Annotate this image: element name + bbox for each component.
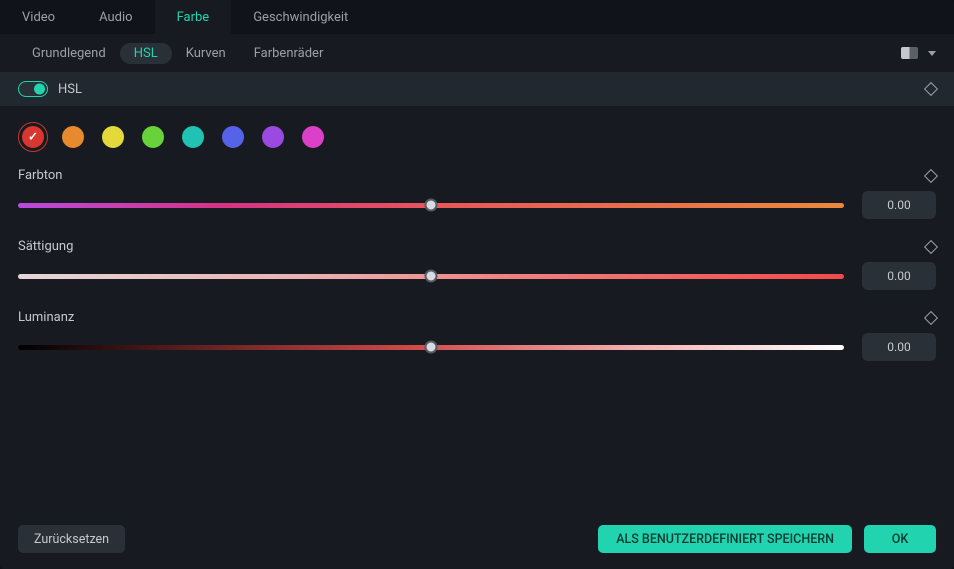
swatch-blue[interactable] bbox=[222, 126, 244, 148]
save-preset-button[interactable]: ALS BENUTZERDEFINIERT SPEICHERN bbox=[598, 525, 852, 553]
luminance-slider-thumb[interactable] bbox=[425, 341, 438, 354]
swatch-red[interactable] bbox=[22, 126, 44, 148]
luminance-value[interactable]: 0.00 bbox=[862, 333, 936, 361]
subtab-wheels[interactable]: Farbenräder bbox=[240, 42, 338, 65]
compare-split-icon[interactable] bbox=[901, 47, 918, 59]
ok-button[interactable]: OK bbox=[864, 525, 936, 553]
hue-keyframe-icon[interactable] bbox=[924, 168, 938, 182]
tab-video[interactable]: Video bbox=[0, 0, 77, 34]
luminance-group: Luminanz 0.00 bbox=[18, 310, 936, 361]
tab-color[interactable]: Farbe bbox=[155, 0, 232, 34]
saturation-keyframe-icon[interactable] bbox=[924, 239, 938, 253]
footer: Zurücksetzen ALS BENUTZERDEFINIERT SPEIC… bbox=[0, 513, 954, 569]
color-swatches-row bbox=[18, 126, 936, 148]
top-tabs: Video Audio Farbe Geschwindigkeit bbox=[0, 0, 954, 34]
swatch-green[interactable] bbox=[142, 126, 164, 148]
hsl-body: Farbton 0.00 Sättigung 0.00 bbox=[0, 106, 954, 513]
hsl-enable-toggle[interactable] bbox=[18, 81, 48, 97]
chevron-down-icon[interactable] bbox=[928, 51, 936, 56]
sub-tabs: Grundlegend HSL Kurven Farbenräder bbox=[0, 34, 954, 72]
luminance-keyframe-icon[interactable] bbox=[924, 310, 938, 324]
hue-group: Farbton 0.00 bbox=[18, 168, 936, 219]
hsl-section-header: HSL bbox=[0, 72, 954, 106]
saturation-slider-thumb[interactable] bbox=[425, 270, 438, 283]
subtab-hsl[interactable]: HSL bbox=[120, 43, 172, 64]
swatch-yellow[interactable] bbox=[102, 126, 124, 148]
saturation-label: Sättigung bbox=[18, 239, 73, 254]
luminance-label: Luminanz bbox=[18, 310, 74, 325]
subtab-curves[interactable]: Kurven bbox=[172, 42, 240, 65]
swatch-orange[interactable] bbox=[62, 126, 84, 148]
hue-value[interactable]: 0.00 bbox=[862, 191, 936, 219]
saturation-group: Sättigung 0.00 bbox=[18, 239, 936, 290]
subtab-basic[interactable]: Grundlegend bbox=[18, 42, 120, 65]
saturation-slider[interactable] bbox=[18, 274, 844, 279]
swatch-magenta[interactable] bbox=[302, 126, 324, 148]
hsl-section-title: HSL bbox=[58, 82, 82, 97]
luminance-slider[interactable] bbox=[18, 345, 844, 350]
reset-button[interactable]: Zurücksetzen bbox=[18, 525, 125, 553]
keyframe-icon[interactable] bbox=[924, 82, 938, 96]
swatch-purple[interactable] bbox=[262, 126, 284, 148]
tab-audio[interactable]: Audio bbox=[77, 0, 154, 34]
saturation-value[interactable]: 0.00 bbox=[862, 262, 936, 290]
tab-speed[interactable]: Geschwindigkeit bbox=[231, 0, 370, 34]
hue-label: Farbton bbox=[18, 168, 62, 183]
hue-slider-thumb[interactable] bbox=[425, 199, 438, 212]
swatch-cyan[interactable] bbox=[182, 126, 204, 148]
hue-slider[interactable] bbox=[18, 203, 844, 208]
